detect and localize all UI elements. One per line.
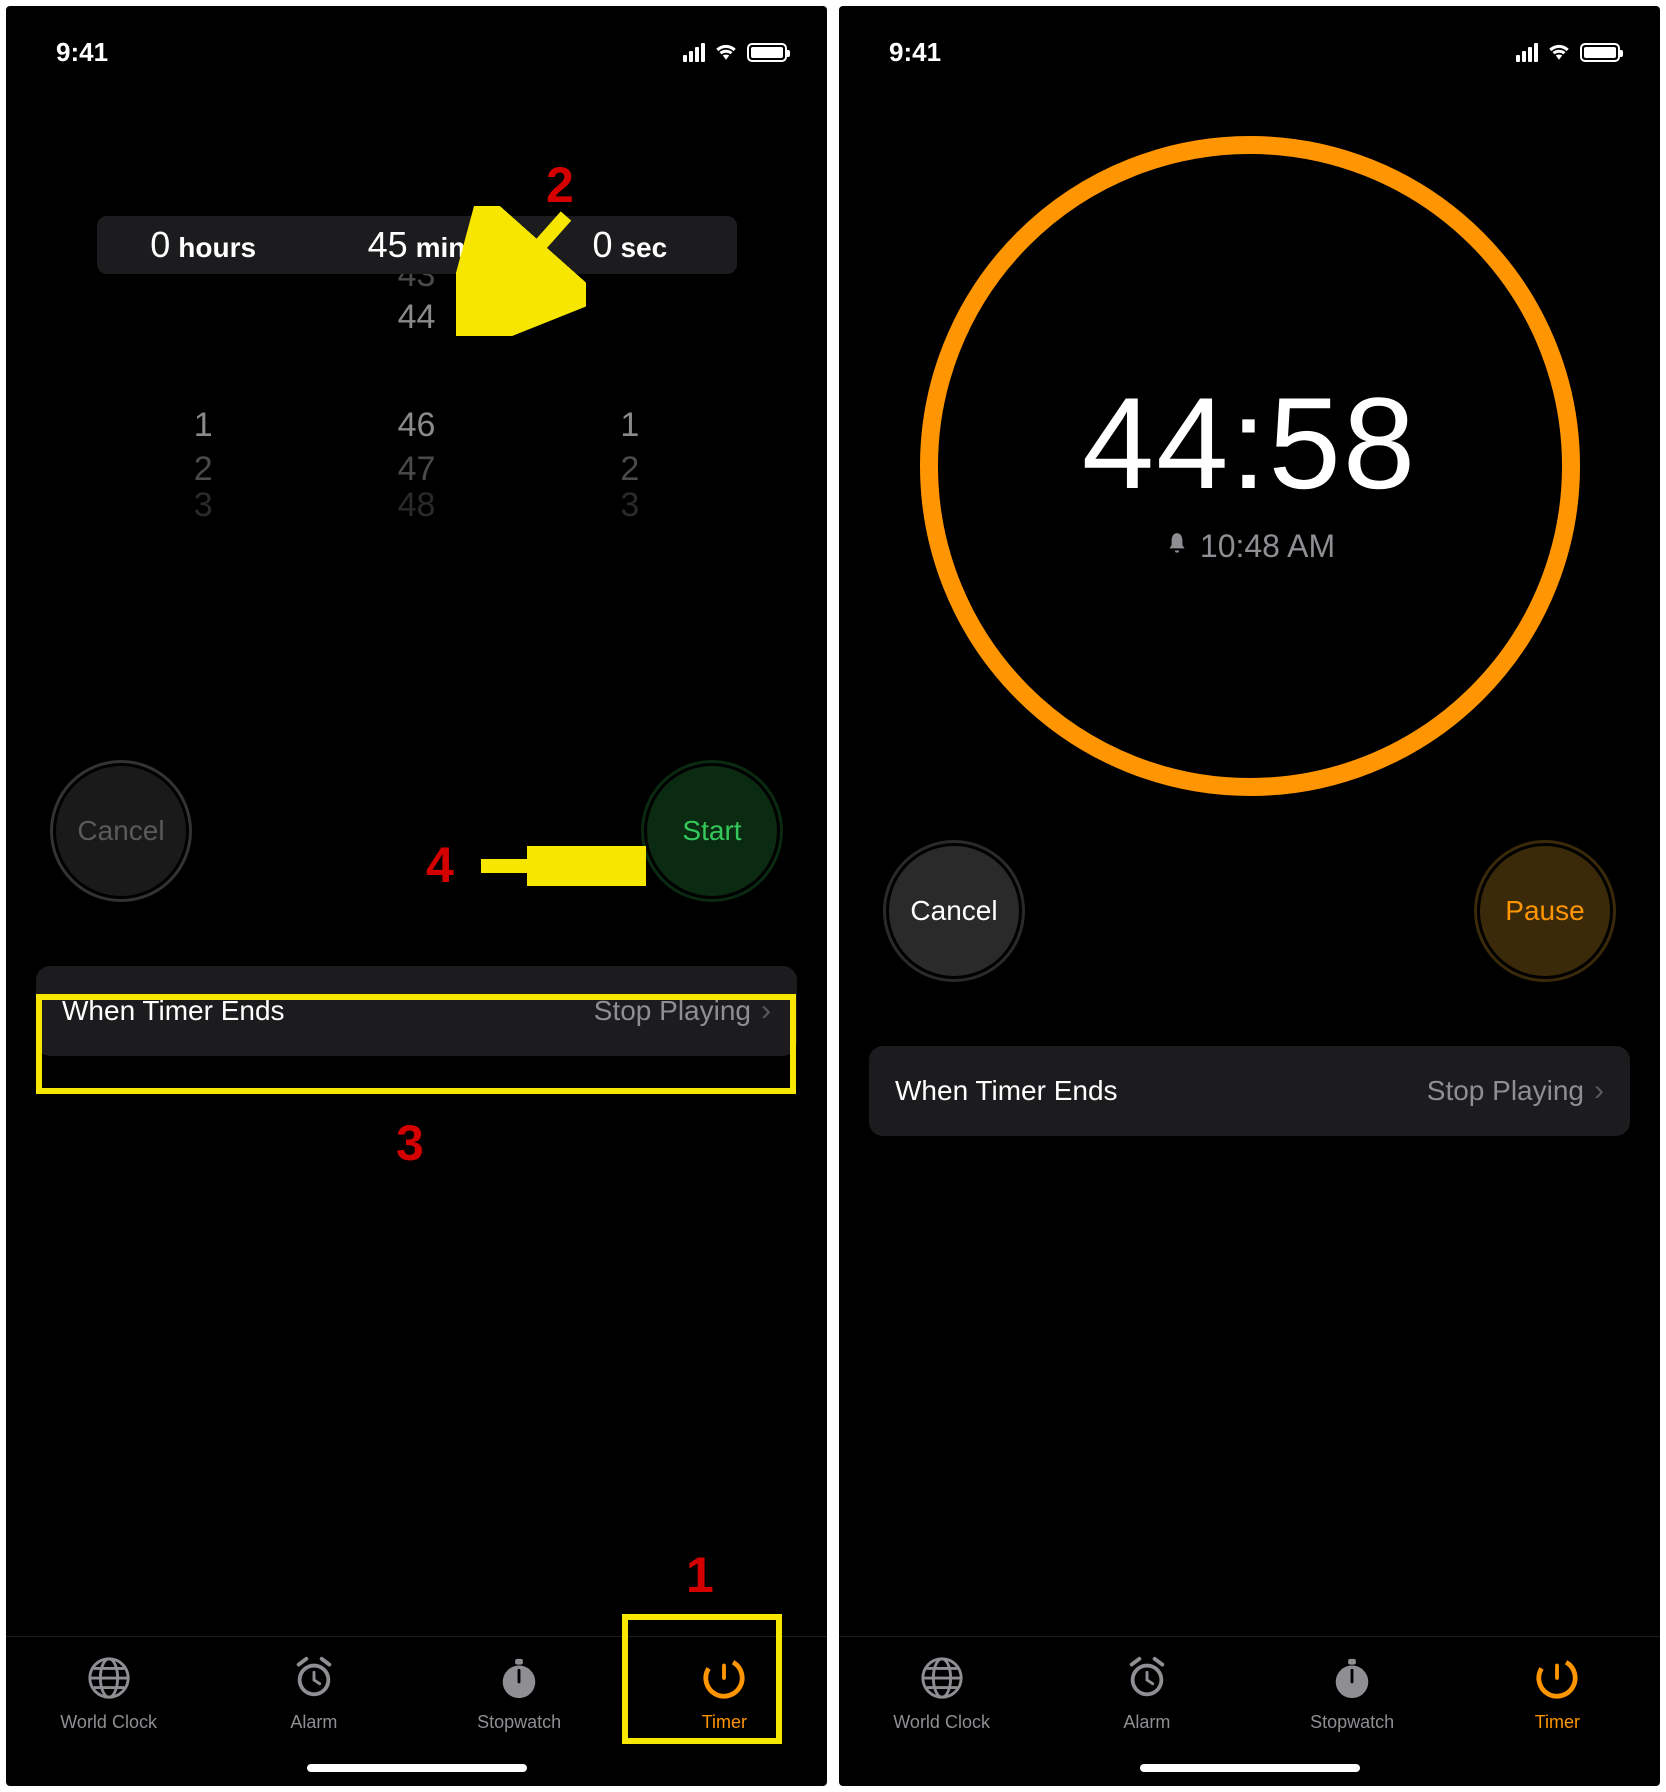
wifi-icon <box>1546 40 1572 65</box>
status-icons <box>1516 40 1620 65</box>
bell-icon <box>1164 528 1190 565</box>
when-timer-ends-label: When Timer Ends <box>895 1075 1118 1107</box>
globe-icon <box>86 1655 132 1706</box>
phone-screen-right: 9:41 44:58 10:48 AM Cancel Pa <box>839 6 1660 1786</box>
arrow-icon <box>476 846 646 891</box>
picker-selected-row: 0 hours 45 min 0 sec <box>97 216 737 274</box>
tab-stopwatch[interactable]: Stopwatch <box>444 1655 594 1733</box>
annotation-3: 3 <box>396 1114 424 1172</box>
timer-controls: Cancel Pause <box>839 846 1660 976</box>
alarm-clock-icon <box>1124 1655 1170 1706</box>
alarm-clock-icon <box>291 1655 337 1706</box>
globe-icon <box>919 1655 965 1706</box>
timer-running: 44:58 10:48 AM <box>839 86 1660 846</box>
battery-icon <box>1580 43 1620 62</box>
annotation-box-3 <box>36 994 796 1094</box>
chevron-right-icon: › <box>1594 1074 1604 1108</box>
cancel-button[interactable]: Cancel <box>889 846 1019 976</box>
picker-hours[interactable]: 0 hours <box>97 224 310 266</box>
when-timer-ends-value: Stop Playing <box>1427 1075 1584 1107</box>
status-time: 9:41 <box>56 37 108 68</box>
timer-controls: Cancel Start <box>6 766 827 896</box>
annotation-1: 1 <box>686 1546 714 1604</box>
annotation-4: 4 <box>426 836 454 894</box>
timer-progress-circle: 44:58 10:48 AM <box>920 136 1580 796</box>
timer-icon <box>1534 1655 1580 1706</box>
tab-timer[interactable]: Timer <box>1482 1655 1632 1733</box>
annotation-box-1 <box>622 1614 782 1744</box>
status-bar: 9:41 <box>6 6 827 86</box>
timer-end-time: 10:48 AM <box>1164 528 1335 565</box>
when-timer-ends-row[interactable]: When Timer Ends Stop Playing › <box>869 1046 1630 1136</box>
status-bar: 9:41 <box>839 6 1660 86</box>
start-button[interactable]: Start <box>647 766 777 896</box>
phone-screen-left: 9:41 42 43 44 0 hours 45 min 0 <box>6 6 827 1786</box>
cancel-button: Cancel <box>56 766 186 896</box>
wifi-icon <box>713 40 739 65</box>
cellular-icon <box>683 43 705 62</box>
home-indicator[interactable] <box>1140 1764 1360 1772</box>
tab-world-clock[interactable]: World Clock <box>34 1655 184 1733</box>
home-indicator[interactable] <box>307 1764 527 1772</box>
status-icons <box>683 40 787 65</box>
pause-button[interactable]: Pause <box>1480 846 1610 976</box>
annotation-2: 2 <box>546 156 574 214</box>
stopwatch-icon <box>1329 1655 1375 1706</box>
tab-alarm[interactable]: Alarm <box>1072 1655 1222 1733</box>
stopwatch-icon <box>496 1655 542 1706</box>
tab-world-clock[interactable]: World Clock <box>867 1655 1017 1733</box>
tab-stopwatch[interactable]: Stopwatch <box>1277 1655 1427 1733</box>
time-remaining: 44:58 <box>1082 368 1417 518</box>
arrow-icon <box>456 206 586 341</box>
time-picker[interactable]: 42 43 44 0 hours 45 min 0 sec 1461 2472 … <box>6 86 827 606</box>
status-time: 9:41 <box>889 37 941 68</box>
battery-icon <box>747 43 787 62</box>
tab-alarm[interactable]: Alarm <box>239 1655 389 1733</box>
cellular-icon <box>1516 43 1538 62</box>
